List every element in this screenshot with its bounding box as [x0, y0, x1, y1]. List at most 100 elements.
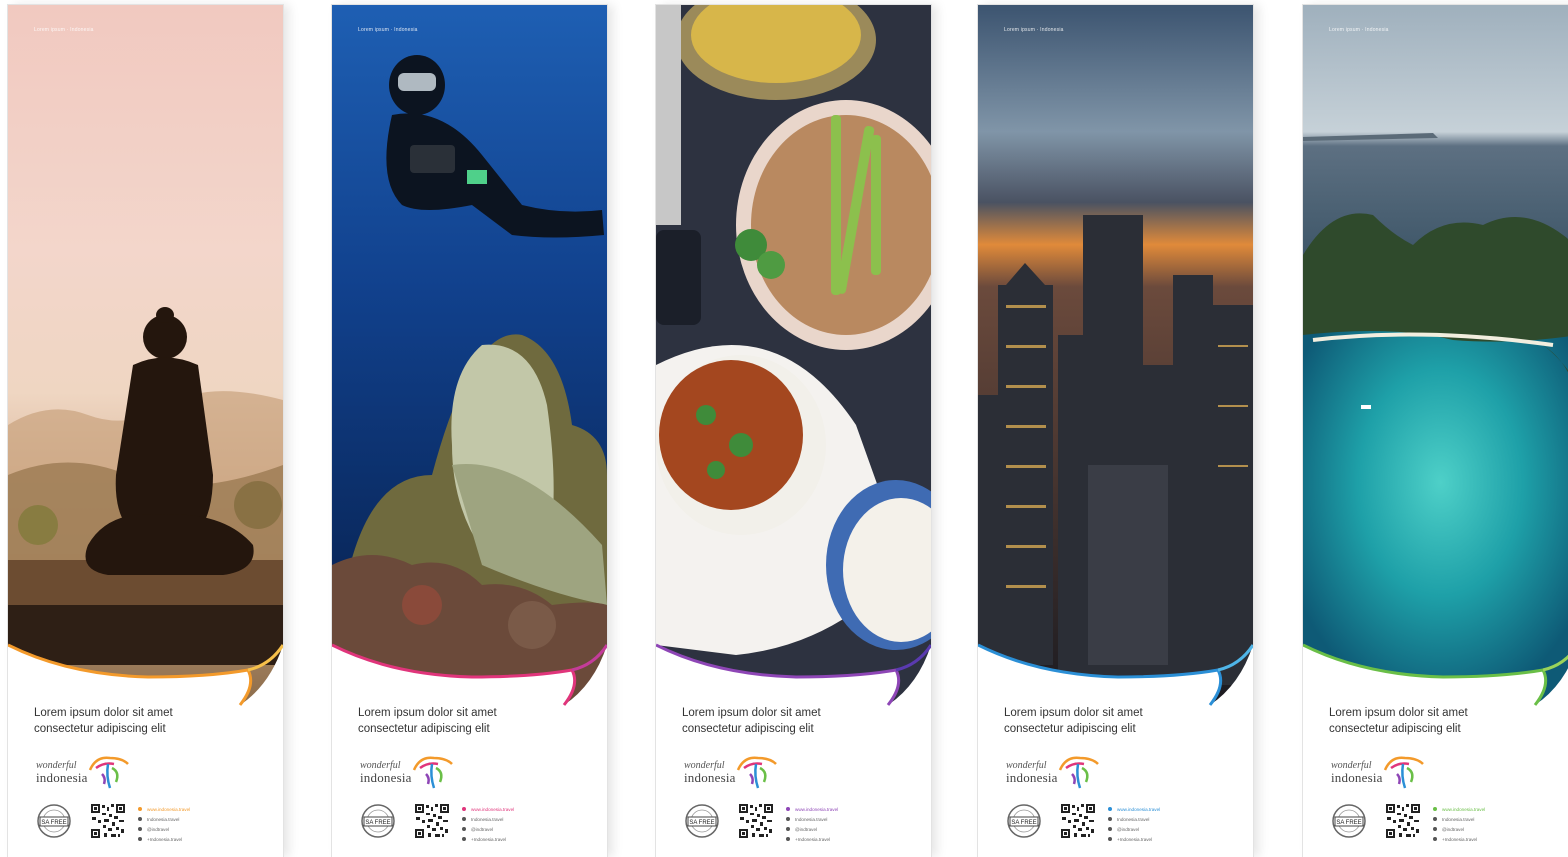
- social-item-google-plus[interactable]: +Indonesia.travel: [786, 835, 916, 843]
- banner-footer: SA FREE www.indonesia.travel Indonesia.t…: [1329, 801, 1559, 842]
- facebook-icon: [1433, 817, 1437, 821]
- facebook-icon: [138, 817, 142, 821]
- banner-headline: Lorem ipsum dolor sit amet consectetur a…: [1329, 705, 1559, 737]
- wonderful-indonesia-logo: wonderful indonesia: [1004, 750, 1114, 790]
- headline-line-1: Lorem ipsum dolor sit amet: [358, 707, 497, 719]
- headline-line-1: Lorem ipsum dolor sit amet: [1004, 707, 1143, 719]
- badge-label: SA FREE: [1336, 820, 1361, 826]
- social-item-twitter[interactable]: @indtravel: [1108, 825, 1238, 833]
- headline-line-1: Lorem ipsum dolor sit amet: [682, 707, 821, 719]
- sa-free-badge: SA FREE: [1007, 804, 1041, 838]
- twitter-icon: [1108, 827, 1112, 831]
- headline-line-1: Lorem ipsum dolor sit amet: [1329, 707, 1468, 719]
- twitter-icon: [462, 827, 466, 831]
- garuda-logo-icon: [1383, 756, 1424, 789]
- social-links: www.indonesia.travel Indonesia.travel @i…: [138, 805, 268, 845]
- sa-free-badge: SA FREE: [37, 804, 71, 838]
- social-item-website[interactable]: www.indonesia.travel: [1433, 805, 1563, 813]
- headline-line-2: consectetur adipiscing elit: [682, 723, 814, 735]
- banner-footer: SA FREE www.indonesia.travel Indonesia.t…: [1004, 801, 1234, 842]
- globe-icon: [786, 807, 790, 811]
- headline-line-1: Lorem ipsum dolor sit amet: [34, 707, 173, 719]
- badge-label: SA FREE: [365, 820, 390, 826]
- banner-headline: Lorem ipsum dolor sit amet consectetur a…: [682, 705, 912, 737]
- social-item-facebook[interactable]: Indonesia.travel: [1108, 815, 1238, 823]
- social-item-website[interactable]: www.indonesia.travel: [462, 805, 592, 813]
- logo-word-indonesia: indonesia: [1331, 770, 1383, 785]
- photo-diver-turtle: [332, 5, 607, 710]
- banner-island: Lorem ipsum · Indonesia Lorem ipsum dolo…: [1303, 5, 1568, 857]
- social-item-facebook[interactable]: Indonesia.travel: [1433, 815, 1563, 823]
- social-item-facebook[interactable]: Indonesia.travel: [138, 815, 268, 823]
- wonderful-indonesia-logo: wonderful indonesia: [1329, 750, 1439, 790]
- facebook-icon: [462, 817, 466, 821]
- logo-word-indonesia: indonesia: [684, 770, 736, 785]
- headline-line-2: consectetur adipiscing elit: [34, 723, 166, 735]
- sa-free-badge: SA FREE: [1332, 804, 1366, 838]
- globe-icon: [462, 807, 466, 811]
- wonderful-indonesia-logo: wonderful indonesia: [682, 750, 792, 790]
- garuda-logo-icon: [88, 756, 129, 789]
- google-plus-icon: [1433, 837, 1437, 841]
- garuda-logo-icon: [736, 756, 777, 789]
- social-item-google-plus[interactable]: +Indonesia.travel: [1433, 835, 1563, 843]
- banner-footer: SA FREE www.indonesia.travel Indonesia.t…: [34, 801, 264, 842]
- banner-footer: SA FREE www.indonesia.travel Indonesia.t…: [682, 801, 912, 842]
- wonderful-indonesia-logo: wonderful indonesia: [34, 750, 144, 790]
- badge-label: SA FREE: [41, 820, 66, 826]
- social-links: www.indonesia.travel Indonesia.travel @i…: [1108, 805, 1238, 845]
- social-item-facebook[interactable]: Indonesia.travel: [786, 815, 916, 823]
- social-item-website[interactable]: www.indonesia.travel: [138, 805, 268, 813]
- globe-icon: [1433, 807, 1437, 811]
- qr-code[interactable]: [414, 803, 450, 839]
- qr-code[interactable]: [1060, 803, 1096, 839]
- social-item-twitter[interactable]: @indtravel: [138, 825, 268, 833]
- qr-code[interactable]: [738, 803, 774, 839]
- social-item-website[interactable]: www.indonesia.travel: [1108, 805, 1238, 813]
- facebook-icon: [1108, 817, 1112, 821]
- social-item-google-plus[interactable]: +Indonesia.travel: [462, 835, 592, 843]
- twitter-icon: [138, 827, 142, 831]
- banner-yoga: Lorem ipsum · Indonesia Lorem ipsum dolo…: [8, 5, 283, 857]
- photo-meditation: [8, 5, 283, 710]
- social-item-google-plus[interactable]: +Indonesia.travel: [138, 835, 268, 843]
- twitter-icon: [1433, 827, 1437, 831]
- banner-food: Lorem ipsum dolor sit amet consectetur a…: [656, 5, 931, 857]
- photo-indonesian-food: [656, 5, 931, 710]
- banner-tag: Lorem ipsum · Indonesia: [1329, 27, 1389, 33]
- social-links: www.indonesia.travel Indonesia.travel @i…: [1433, 805, 1563, 845]
- qr-code[interactable]: [90, 803, 126, 839]
- logo-word-indonesia: indonesia: [36, 770, 88, 785]
- social-links: www.indonesia.travel Indonesia.travel @i…: [786, 805, 916, 845]
- banner-footer: SA FREE www.indonesia.travel Indonesia.t…: [358, 801, 588, 842]
- logo-word-indonesia: indonesia: [360, 770, 412, 785]
- headline-line-2: consectetur adipiscing elit: [1329, 723, 1461, 735]
- banner-tag: Lorem ipsum · Indonesia: [358, 27, 418, 33]
- banner-headline: Lorem ipsum dolor sit amet consectetur a…: [34, 705, 264, 737]
- badge-label: SA FREE: [1011, 820, 1036, 826]
- banner-city: Lorem ipsum · Indonesia Lorem ipsum dolo…: [978, 5, 1253, 857]
- qr-code[interactable]: [1385, 803, 1421, 839]
- photo-tropical-island: [1303, 5, 1568, 710]
- google-plus-icon: [138, 837, 142, 841]
- logo-word-indonesia: indonesia: [1006, 770, 1058, 785]
- social-item-facebook[interactable]: Indonesia.travel: [462, 815, 592, 823]
- photo-city-skyline: [978, 5, 1253, 710]
- garuda-logo-icon: [412, 756, 453, 789]
- headline-line-2: consectetur adipiscing elit: [358, 723, 490, 735]
- social-item-website[interactable]: www.indonesia.travel: [786, 805, 916, 813]
- social-links: www.indonesia.travel Indonesia.travel @i…: [462, 805, 592, 845]
- social-item-twitter[interactable]: @indtravel: [462, 825, 592, 833]
- sa-free-badge: SA FREE: [361, 804, 395, 838]
- banner-diver: Lorem ipsum · Indonesia Lorem ipsum dolo…: [332, 5, 607, 857]
- google-plus-icon: [1108, 837, 1112, 841]
- garuda-logo-icon: [1058, 756, 1099, 789]
- google-plus-icon: [786, 837, 790, 841]
- social-item-twitter[interactable]: @indtravel: [786, 825, 916, 833]
- social-item-twitter[interactable]: @indtravel: [1433, 825, 1563, 833]
- banner-tag: Lorem ipsum · Indonesia: [34, 27, 94, 33]
- twitter-icon: [786, 827, 790, 831]
- social-item-google-plus[interactable]: +Indonesia.travel: [1108, 835, 1238, 843]
- google-plus-icon: [462, 837, 466, 841]
- banner-headline: Lorem ipsum dolor sit amet consectetur a…: [1004, 705, 1234, 737]
